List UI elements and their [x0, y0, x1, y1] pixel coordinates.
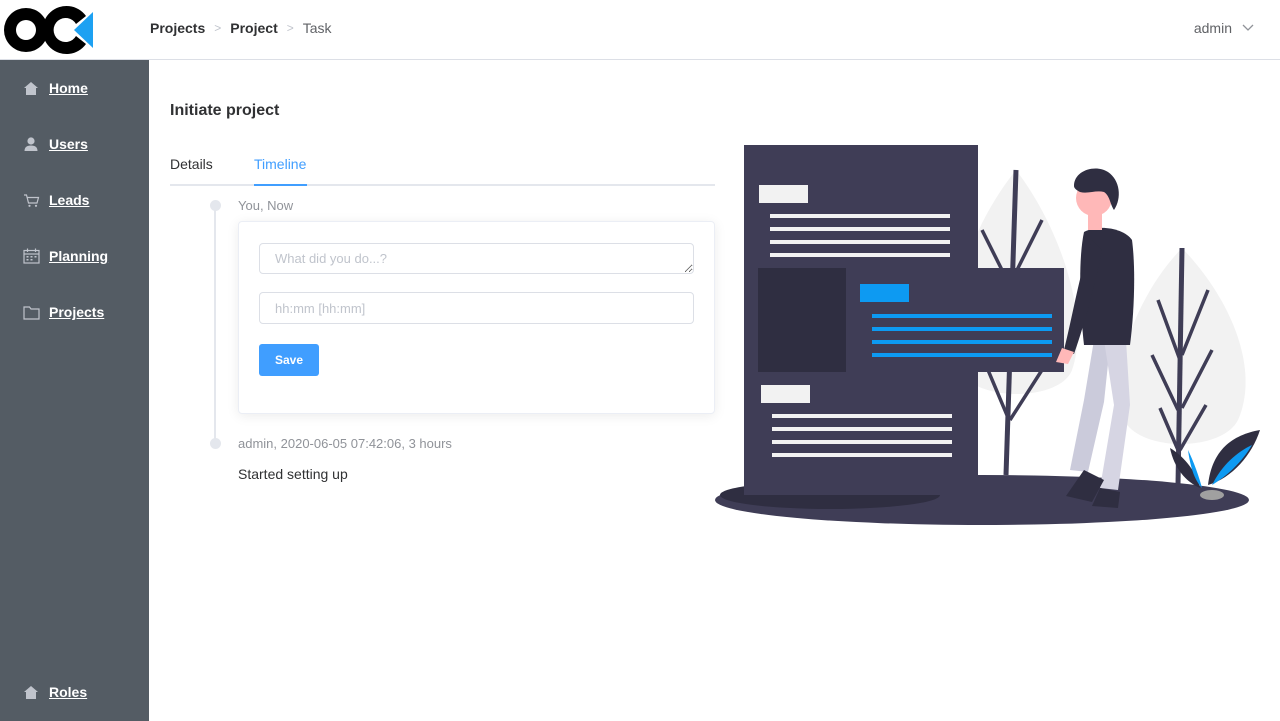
project-illustration	[715, 145, 1260, 525]
timeline-entry-content: Started setting up	[238, 466, 348, 482]
breadcrumb-projects[interactable]: Projects	[150, 20, 205, 36]
tab-timeline[interactable]: Timeline	[254, 156, 306, 172]
activity-textarea[interactable]	[259, 243, 694, 274]
timeline-dot	[210, 200, 221, 211]
sidebar-item-label: Leads	[49, 192, 90, 208]
sidebar-item-label: Planning	[49, 248, 109, 264]
cart-icon	[22, 191, 40, 209]
user-icon	[22, 135, 40, 153]
user-menu[interactable]: admin	[1194, 20, 1254, 36]
timeline-dot	[210, 438, 221, 449]
sidebar-item-roles[interactable]: Roles	[22, 683, 87, 701]
sidebar-item-label: Roles	[49, 684, 88, 700]
home-icon	[22, 683, 40, 701]
top-header: Projects > Project > Task admin	[0, 0, 1280, 60]
sidebar-item-users[interactable]: Users	[22, 135, 88, 153]
chevron-down-icon	[1242, 24, 1254, 31]
timeline-line	[214, 205, 216, 443]
breadcrumb-project[interactable]: Project	[230, 20, 277, 36]
time-input[interactable]	[259, 292, 694, 324]
active-tab-indicator	[254, 184, 307, 186]
sidebar-item-label: Projects	[49, 304, 105, 320]
timeline-entry-meta: You, Now	[238, 198, 294, 213]
sidebar-item-projects[interactable]: Projects	[22, 303, 104, 321]
sidebar-item-planning[interactable]: Planning	[22, 247, 108, 265]
sidebar-item-label: Users	[49, 136, 88, 152]
sidebar-item-label: Home	[49, 80, 88, 96]
calendar-icon	[22, 247, 40, 265]
sidebar-item-leads[interactable]: Leads	[22, 191, 89, 209]
folder-icon	[22, 303, 40, 321]
timeline-entry-meta: admin, 2020-06-05 07:42:06, 3 hours	[238, 436, 452, 451]
home-icon	[22, 79, 40, 97]
sidebar: Home Users Leads Planning Projects Roles	[0, 60, 149, 721]
page-title: Initiate project	[170, 102, 280, 119]
breadcrumb-task: Task	[302, 20, 332, 36]
app-logo[interactable]	[4, 4, 96, 56]
breadcrumb: Projects > Project > Task	[150, 20, 332, 36]
breadcrumb-separator-icon: >	[214, 21, 222, 35]
breadcrumb-separator-icon: >	[286, 21, 294, 35]
tab-bar: Details Timeline	[170, 148, 715, 186]
timeline-entry-form: Save	[238, 221, 715, 414]
save-button[interactable]: Save	[259, 344, 319, 376]
sidebar-item-home[interactable]: Home	[22, 79, 88, 97]
user-name: admin	[1193, 20, 1232, 36]
tab-details[interactable]: Details	[170, 156, 213, 172]
